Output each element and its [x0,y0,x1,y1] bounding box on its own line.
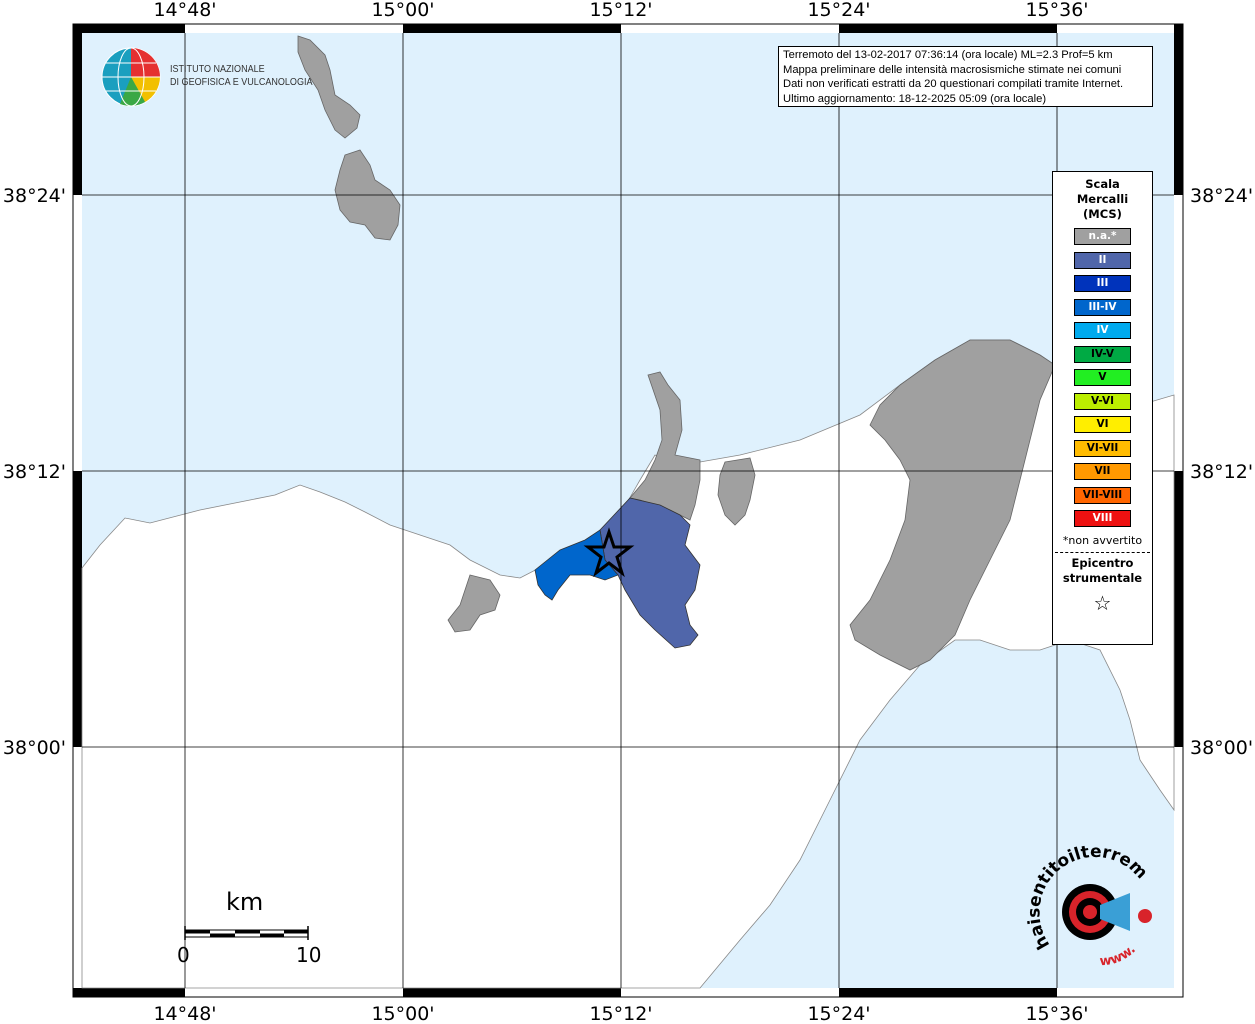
map-area [81,33,1175,989]
legend-item: VII [1074,463,1131,480]
earthquake-info-box: Terremoto del 13-02-2017 07:36:14 (ora l… [778,46,1153,107]
ingv-globe-icon [101,47,161,107]
ingv-name: ISTITUTO NAZIONALE DI GEOFISICA E VULCAN… [170,63,313,89]
ingv-line2: DI GEOFISICA E VULCANOLOGIA [170,76,313,88]
legend-epicentre: Epicentro strumentale [1053,556,1152,586]
lat-label: 38°00' [1190,737,1253,759]
legend-item: VII-VIII [1074,486,1131,504]
lon-labels-bottom: 14°48' 15°00' 15°12' 15°24' 15°36' [153,1003,1088,1024]
legend-item: VI [1074,416,1131,433]
lon-label: 15°24' [807,0,870,21]
legend-note: *non avvertito [1062,533,1143,547]
legend-item: V-VI [1074,392,1131,410]
lon-label: 15°00' [371,1003,434,1024]
lat-label: 38°24' [3,185,66,207]
lat-label: 38°12' [1190,461,1253,483]
info-line1: Terremoto del 13-02-2017 07:36:14 (ora l… [783,49,1113,61]
lon-label: 15°00' [371,0,434,21]
lon-label: 15°12' [589,0,652,21]
legend-item: VI-VII [1074,439,1131,457]
scale-max-label: 10 [296,943,322,967]
scale-min-label: 0 [177,943,190,967]
lon-label: 15°36' [1025,0,1088,21]
lon-labels-top: 14°48' 15°00' 15°12' 15°24' 15°36' [153,0,1088,21]
lat-label: 38°12' [3,461,66,483]
lon-label: 14°48' [153,1003,216,1024]
lat-labels-left: 38°24' 38°12' 38°00' [3,185,66,759]
lat-label: 38°24' [1190,185,1253,207]
legend-item: V [1074,369,1131,386]
legend-items: n.a.* II III III-IV IV IV-V V V-VI VI VI-VII VII VI… [1053,228,1152,527]
lat-labels-right: 38°24' 38°12' 38°00' [1190,185,1253,759]
ingv-line1: ISTITUTO NAZIONALE [170,63,265,75]
lon-label: 15°12' [589,1003,652,1024]
legend-title-line1: Scala [1085,177,1120,191]
legend-item: n.a.* [1074,228,1131,245]
lon-label: 15°36' [1025,1003,1088,1024]
info-line2: Mappa preliminare delle intensità macros… [783,63,1122,76]
info-line3: Dati non verificati estratti da 20 quest… [783,78,1124,91]
legend-title: Scala Mercalli (MCS) [1053,177,1152,222]
legend-item: IV-V [1074,345,1131,363]
legend-epicentre-line2: strumentale [1062,570,1143,585]
lon-label: 15°24' [807,1003,870,1024]
scale-unit: km [226,888,264,916]
legend-title-line3: (MCS) [1083,207,1122,221]
star-icon: ☆ [1093,590,1112,615]
legend-epicentre-line1: Epicentro [1071,555,1134,570]
legend-item: IV [1074,322,1131,339]
legend-item: II [1074,251,1131,269]
lat-label: 38°00' [3,737,66,759]
legend-item: VIII [1074,510,1131,527]
legend-title-line2: Mercalli [1076,192,1129,206]
lon-label: 14°48' [153,0,216,21]
legend-item: III [1074,275,1131,292]
info-line4: Ultimo aggiornamento: 18-12-2025 05:09 (… [783,92,1047,105]
legend-separator [1055,551,1150,553]
legend-item: III-IV [1074,298,1131,316]
mcs-legend: Scala Mercalli (MCS) n.a.* II III III-IV IV I… [1052,171,1153,645]
